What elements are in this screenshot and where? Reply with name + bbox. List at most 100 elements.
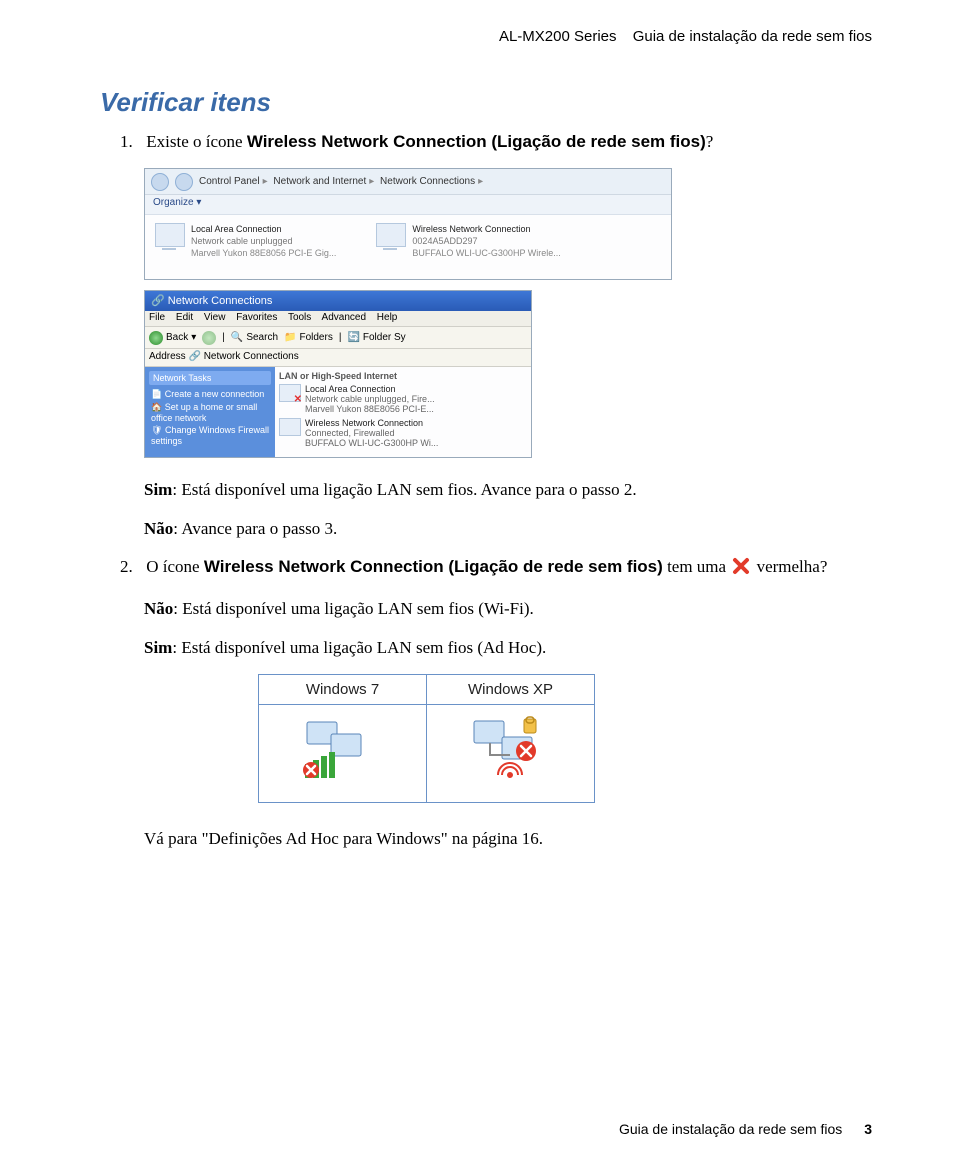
sim-1-label: Sim [144, 480, 172, 499]
sim-2-label: Sim [144, 638, 172, 657]
red-x-icon [732, 557, 750, 583]
xp-wireless-device: BUFFALO WLI-UC-G300HP Wi... [305, 438, 438, 448]
back-button-icon [151, 173, 169, 191]
xp-group-label: LAN or High-Speed Internet [279, 371, 527, 381]
xp-back-btn: Back ▾ [149, 331, 196, 345]
xp-folders-btn: 📁 Folders [284, 332, 333, 343]
winxp-adhoc-icon [466, 715, 556, 787]
win7-nav: Control Panel▸ Network and Internet▸ Net… [145, 169, 671, 195]
xp-wireless-icon [279, 418, 301, 436]
nao-1-label: Não [144, 519, 173, 538]
nao-1-text: : Avance para o passo 3. [173, 519, 337, 538]
screenshot-win7: Control Panel▸ Network and Internet▸ Net… [144, 168, 672, 280]
crumb-3: Network Connections [380, 176, 475, 187]
lan-status: Network cable unplugged [191, 235, 336, 247]
nao-2-label: Não [144, 599, 173, 618]
back-icon [149, 331, 163, 345]
table-header-win7: Windows 7 [259, 675, 427, 705]
section-title: Verificar itens [100, 87, 872, 118]
win7-adhoc-icon [301, 718, 385, 784]
xp-foldersync-btn: 🔄 Folder Sy [347, 332, 405, 343]
lan-device: Marvell Yukon 88E8056 PCI-E Gig... [191, 247, 336, 259]
xp-task-1: 📄 Create a new connection [149, 388, 271, 401]
nao-2-text: : Está disponível uma ligação LAN sem fi… [173, 599, 534, 618]
screenshot-winxp: 🔗 Network Connections File Edit View Fav… [144, 290, 532, 458]
xp-lan-item: Local Area ConnectionNetwork cable unplu… [279, 384, 527, 414]
step-2-mid: tem uma [663, 557, 731, 576]
xp-search-btn: 🔍 Search [231, 332, 278, 343]
product-name: AL-MX200 Series [499, 28, 617, 45]
xp-tasks-header: Network Tasks [149, 371, 271, 385]
xp-lan-device: Marvell Yukon 88E8056 PCI-E... [305, 404, 435, 414]
xp-titlebar: 🔗 Network Connections [145, 291, 531, 311]
nao-1: Não: Avance para o passo 3. [144, 517, 872, 542]
step-2-bold: Wireless Network Connection (Ligação de … [204, 557, 663, 576]
breadcrumb: Control Panel▸ Network and Internet▸ Net… [199, 176, 486, 187]
xp-wireless-status: Connected, Firewalled [305, 428, 438, 438]
step-2-pre: O ícone [146, 557, 204, 576]
xp-wireless-name: Wireless Network Connection [305, 418, 438, 428]
step-1-bold: Wireless Network Connection (Ligação de … [247, 132, 706, 151]
step-1-pre: Existe o ícone [146, 132, 247, 151]
nao-2: Não: Está disponível uma ligação LAN sem… [144, 597, 872, 622]
guide-name: Guia de instalação da rede sem fios [621, 28, 872, 45]
xp-folders-label: Folders [299, 332, 332, 343]
sim-2-text: : Está disponível uma ligação LAN sem fi… [172, 638, 546, 657]
organize-bar: Organize ▾ [145, 195, 671, 215]
xp-search-label: Search [246, 332, 278, 343]
page-header: AL-MX200 Series Guia de instalação da re… [100, 28, 872, 45]
xp-fs-label: Folder Sy [363, 332, 406, 343]
sim-1-text: : Está disponível uma ligação LAN sem fi… [172, 480, 636, 499]
forward-button-icon [175, 173, 193, 191]
cell-winxp-icon [427, 705, 595, 803]
lan-title: Local Area Connection [191, 223, 336, 235]
menu-help: Help [377, 312, 398, 323]
step-2-number: 2. [120, 555, 142, 580]
forward-icon [202, 331, 216, 345]
wireless-title: Wireless Network Connection [412, 223, 560, 235]
xp-tasks-panel: Network Tasks 📄 Create a new connection … [145, 367, 275, 457]
step-1-post: ? [706, 132, 714, 151]
lan-icon [155, 223, 185, 247]
sim-2: Sim: Está disponível uma ligação LAN sem… [144, 636, 872, 661]
xp-lan-status: Network cable unplugged, Fire... [305, 394, 435, 404]
menu-favorites: Favorites [236, 312, 277, 323]
wireless-icon [376, 223, 406, 247]
wireless-connection-item: Wireless Network Connection 0024A5ADD297… [376, 223, 560, 259]
cell-win7-icon [259, 705, 427, 803]
wireless-device: BUFFALO WLI-UC-G300HP Wirele... [412, 247, 560, 259]
xp-addr-label: Address [149, 351, 186, 362]
crumb-1: Control Panel [199, 176, 260, 187]
xp-connections: LAN or High-Speed Internet Local Area Co… [275, 367, 531, 457]
xp-task-3: 🛡 Change Windows Firewall settings [149, 424, 271, 447]
step-1-number: 1. [120, 132, 142, 152]
step-2-post: vermelha? [757, 557, 828, 576]
xp-addressbar: Address 🔗 Network Connections [145, 349, 531, 367]
menu-edit: Edit [176, 312, 193, 323]
step-1: 1. Existe o ícone Wireless Network Conne… [120, 132, 872, 152]
xp-title-text: Network Connections [168, 295, 273, 307]
footer-page-number: 3 [846, 1121, 872, 1137]
xp-menubar: File Edit View Favorites Tools Advanced … [145, 311, 531, 327]
xp-lan-name: Local Area Connection [305, 384, 435, 394]
xp-wireless-item: Wireless Network ConnectionConnected, Fi… [279, 418, 527, 448]
crumb-2: Network and Internet [273, 176, 366, 187]
xp-toolbar: Back ▾ | 🔍 Search 📁 Folders | 🔄 Folder S… [145, 327, 531, 349]
xp-lan-icon [279, 384, 301, 402]
xp-addr-val: Network Connections [204, 351, 299, 362]
step-2: 2. O ícone Wireless Network Connection (… [120, 555, 872, 583]
table-header-winxp: Windows XP [427, 675, 595, 705]
lan-connection-item: Local Area Connection Network cable unpl… [155, 223, 336, 259]
sim-1: Sim: Está disponível uma ligação LAN sem… [144, 478, 872, 503]
menu-view: View [204, 312, 226, 323]
os-icons-table: Windows 7 Windows XP [258, 674, 595, 803]
menu-advanced: Advanced [322, 312, 366, 323]
screenshots: Control Panel▸ Network and Internet▸ Net… [144, 168, 872, 458]
footer-guide: Guia de instalação da rede sem fios [619, 1121, 842, 1137]
menu-file: File [149, 312, 165, 323]
crossref-link: Vá para "Definições Ad Hoc para Windows"… [144, 829, 872, 849]
xp-back-label: Back [166, 332, 188, 343]
page-footer: Guia de instalação da rede sem fios 3 [619, 1121, 872, 1137]
xp-task-2: 🏠 Set up a home or small office network [149, 401, 271, 424]
wireless-status: 0024A5ADD297 [412, 235, 560, 247]
